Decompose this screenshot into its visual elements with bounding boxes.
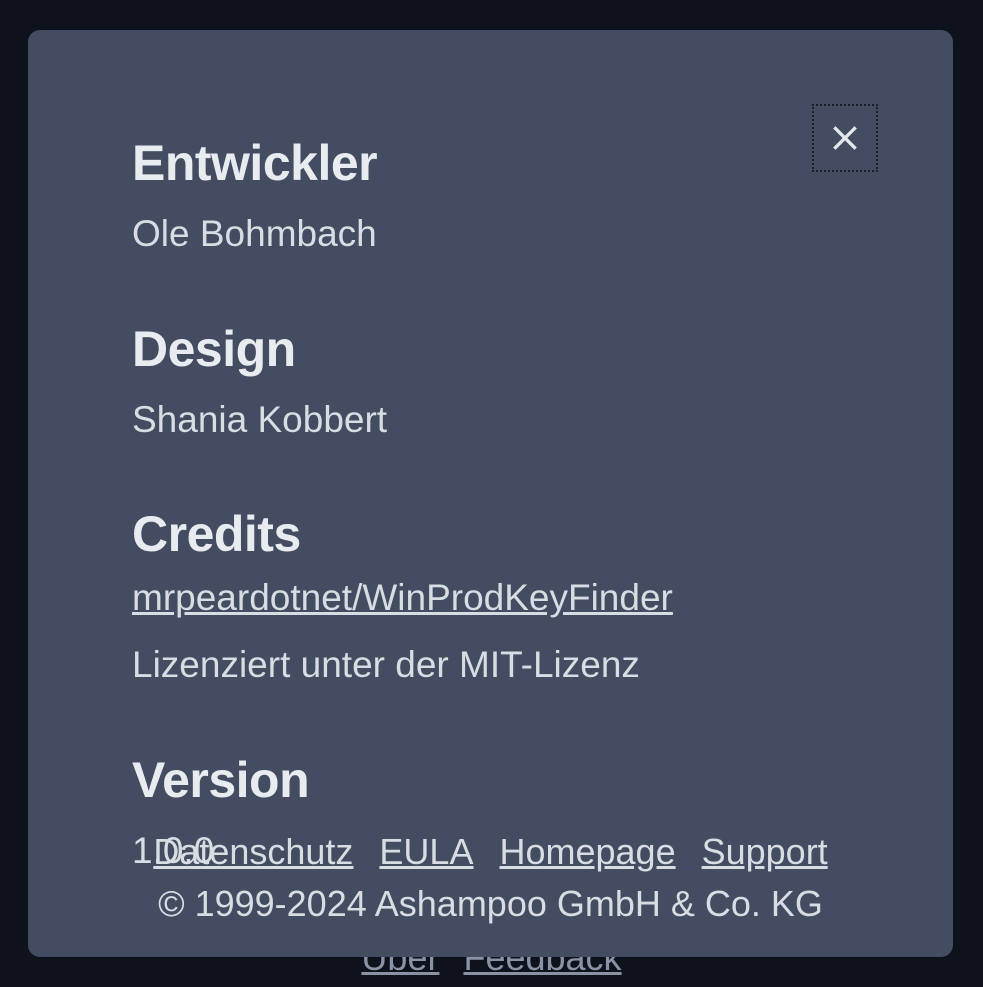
version-heading: Version <box>132 751 873 809</box>
homepage-link[interactable]: Homepage <box>499 831 675 873</box>
developer-heading: Entwickler <box>132 134 873 192</box>
support-link[interactable]: Support <box>702 831 828 873</box>
privacy-link[interactable]: Datenschutz <box>153 831 353 873</box>
close-button[interactable] <box>812 104 878 172</box>
design-heading: Design <box>132 320 873 378</box>
credits-section: Credits mrpeardotnet/WinProdKeyFinder Li… <box>132 505 873 693</box>
design-value: Shania Kobbert <box>132 392 873 448</box>
credits-heading: Credits <box>132 505 873 563</box>
about-dialog: Entwickler Ole Bohmbach Design Shania Ko… <box>28 30 953 957</box>
credits-link[interactable]: mrpeardotnet/WinProdKeyFinder <box>132 577 673 619</box>
eula-link[interactable]: EULA <box>379 831 473 873</box>
design-section: Design Shania Kobbert <box>132 320 873 448</box>
dialog-footer: Datenschutz EULA Homepage Support © 1999… <box>28 831 953 925</box>
developer-value: Ole Bohmbach <box>132 206 873 262</box>
credits-license: Lizenziert unter der MIT-Lizenz <box>132 637 873 693</box>
close-icon <box>829 122 861 154</box>
footer-links: Datenschutz EULA Homepage Support <box>28 831 953 873</box>
copyright-text: © 1999-2024 Ashampoo GmbH & Co. KG <box>28 883 953 925</box>
developer-section: Entwickler Ole Bohmbach <box>132 134 873 262</box>
